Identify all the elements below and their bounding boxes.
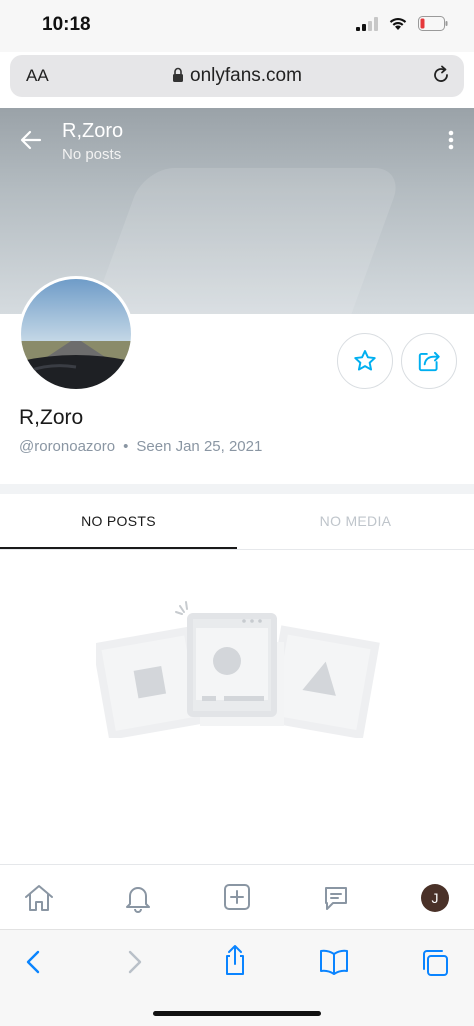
cover-logo-watermark	[75, 168, 405, 314]
lock-icon	[173, 67, 184, 82]
status-time: 10:18	[42, 14, 91, 35]
empty-media-illustration	[96, 601, 380, 738]
seen-date: Jan 25, 2021	[175, 438, 263, 455]
bookmarks-icon[interactable]	[318, 948, 350, 976]
content-tabs: NO POSTS NO MEDIA	[0, 494, 474, 550]
seen-label: Seen	[136, 438, 172, 455]
browser-share-icon[interactable]	[221, 944, 249, 976]
app-bottom-nav: J	[0, 864, 474, 929]
profile-meta: @roronoazoro • Seen Jan 25, 2021	[19, 438, 262, 455]
bell-icon[interactable]	[122, 883, 154, 913]
signal-icon	[356, 16, 378, 31]
home-icon[interactable]	[23, 883, 55, 913]
tab-media[interactable]: NO MEDIA	[237, 494, 474, 549]
share-button[interactable]	[401, 333, 457, 389]
home-indicator	[153, 1011, 321, 1016]
message-icon[interactable]	[321, 883, 351, 913]
wifi-icon	[389, 18, 407, 30]
header-name: R,Zoro	[62, 120, 124, 142]
separator-dot: •	[123, 438, 129, 455]
url-text: onlyfans.com	[190, 65, 302, 86]
back-arrow-icon[interactable]	[20, 130, 42, 150]
favorite-button[interactable]	[337, 333, 393, 389]
share-icon	[418, 351, 440, 372]
avatar-photo	[21, 279, 131, 389]
tab-posts[interactable]: NO POSTS	[0, 494, 237, 549]
browser-forward-icon[interactable]	[126, 948, 144, 976]
plus-icon[interactable]	[223, 883, 251, 911]
address-bar[interactable]: AA onlyfans.com	[10, 55, 464, 97]
avatar[interactable]	[18, 276, 134, 392]
profile-handle[interactable]: @roronoazoro	[19, 438, 115, 455]
battery-icon	[418, 16, 448, 31]
profile-name: R,Zoro	[19, 406, 84, 429]
reload-icon[interactable]	[430, 64, 452, 86]
tabs-icon[interactable]	[420, 948, 450, 978]
status-icons	[356, 16, 448, 31]
more-vertical-icon[interactable]	[448, 130, 454, 150]
section-divider	[0, 484, 474, 494]
header-subtitle: No posts	[62, 146, 122, 163]
url-field[interactable]: onlyfans.com	[10, 65, 464, 87]
browser-back-icon[interactable]	[24, 948, 42, 976]
status-bar: 10:18	[0, 0, 474, 52]
user-avatar-button[interactable]: J	[421, 884, 449, 912]
star-icon	[354, 350, 376, 371]
